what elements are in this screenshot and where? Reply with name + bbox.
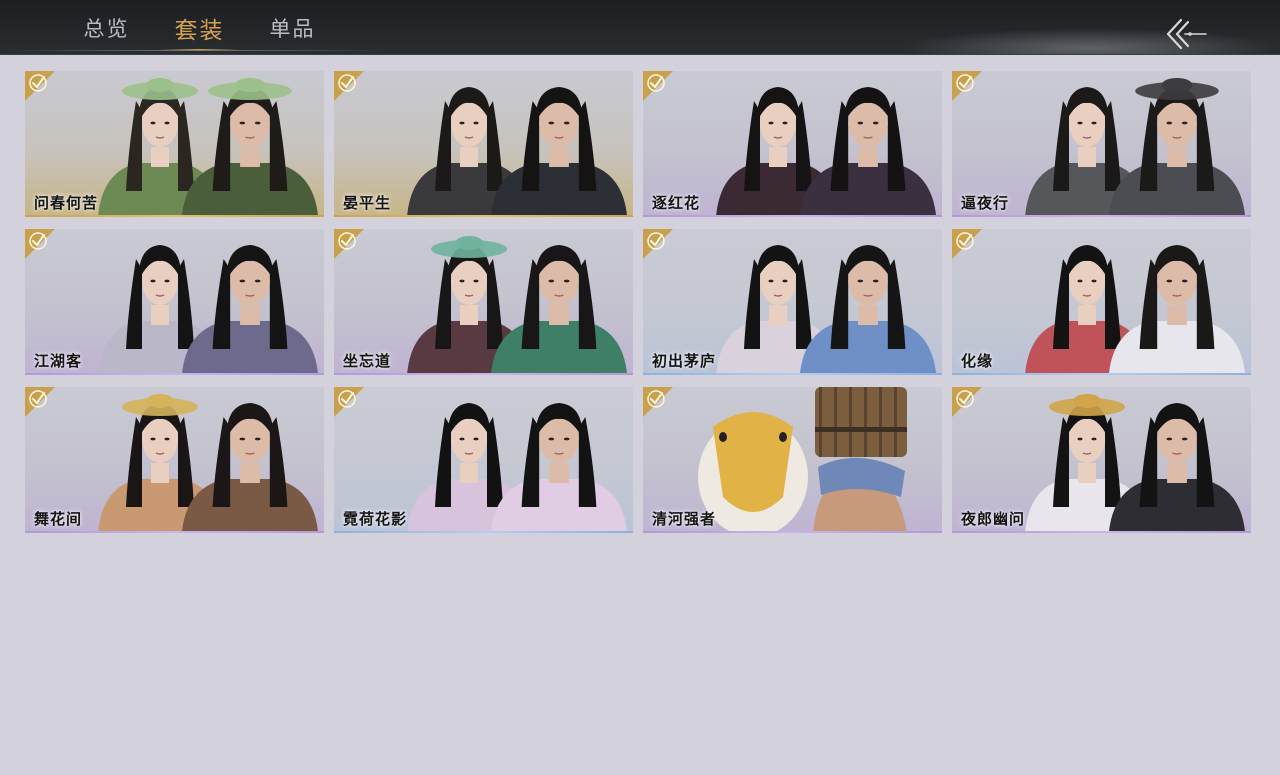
- outfit-card[interactable]: 问春何苦: [25, 71, 324, 217]
- owned-check-icon: [334, 229, 364, 259]
- owned-check-icon: [643, 229, 673, 259]
- outfit-card[interactable]: 夜郎幽问: [952, 387, 1251, 533]
- rarity-bar: [334, 373, 633, 375]
- owned-check-icon: [952, 71, 982, 101]
- outfit-name: 初出茅庐: [652, 352, 717, 370]
- rarity-bar: [25, 373, 324, 375]
- owned-check-icon: [643, 387, 673, 417]
- outfit-card[interactable]: 坐忘道: [334, 229, 633, 375]
- outfit-name: 问春何苦: [34, 194, 99, 212]
- tab-divider: [0, 50, 390, 51]
- rarity-bar: [952, 215, 1251, 217]
- owned-check-icon: [952, 387, 982, 417]
- owned-check-icon: [952, 229, 982, 259]
- tab-sets[interactable]: 套装: [153, 0, 246, 54]
- rarity-bar: [643, 373, 942, 375]
- rarity-bar: [643, 531, 942, 533]
- rarity-bar: [25, 531, 324, 533]
- outfit-card[interactable]: 逼夜行: [952, 71, 1251, 217]
- outfit-name: 清河强者: [652, 510, 717, 528]
- outfit-name: 坐忘道: [343, 352, 392, 370]
- top-nav-bar: 总览 套装 单品: [0, 0, 1280, 55]
- rarity-bar: [952, 373, 1251, 375]
- outfit-art: [1025, 245, 1246, 375]
- owned-check-icon: [25, 387, 55, 417]
- outfit-name: 逐红花: [652, 194, 701, 212]
- rarity-bar: [643, 215, 942, 217]
- back-arrow-icon: [1166, 18, 1207, 50]
- outfit-name: 舞花间: [34, 510, 83, 528]
- outfit-grid: 问春何苦 晏平生 逐红花 逼夜行 江湖客 坐忘道 初出茅庐 化缘 舞花间 霓荷花…: [25, 71, 1251, 533]
- owned-check-icon: [25, 71, 55, 101]
- outfit-name: 逼夜行: [961, 194, 1010, 212]
- rarity-bar: [334, 531, 633, 533]
- outfit-card[interactable]: 化缘: [952, 229, 1251, 375]
- tab-bar: 总览 套装 单品: [60, 0, 339, 54]
- outfit-name: 江湖客: [34, 352, 83, 370]
- rarity-bar: [25, 215, 324, 217]
- owned-check-icon: [25, 229, 55, 259]
- outfit-name: 化缘: [961, 352, 994, 370]
- outfit-card[interactable]: 逐红花: [643, 71, 942, 217]
- outfit-card[interactable]: 江湖客: [25, 229, 324, 375]
- header-haze: [900, 28, 1280, 54]
- outfit-card[interactable]: 晏平生: [334, 71, 633, 217]
- outfit-name: 晏平生: [343, 194, 392, 212]
- outfit-card[interactable]: 初出茅庐: [643, 229, 942, 375]
- owned-check-icon: [334, 71, 364, 101]
- outfit-card[interactable]: 清河强者: [643, 387, 942, 533]
- outfit-name: 夜郎幽问: [961, 510, 1026, 528]
- outfit-card[interactable]: 霓荷花影: [334, 387, 633, 533]
- tab-single-items[interactable]: 单品: [246, 0, 339, 54]
- rarity-bar: [952, 531, 1251, 533]
- outfit-name: 霓荷花影: [343, 510, 408, 528]
- owned-check-icon: [334, 387, 364, 417]
- outfit-card[interactable]: 舞花间: [25, 387, 324, 533]
- back-button[interactable]: [1163, 17, 1209, 51]
- owned-check-icon: [643, 71, 673, 101]
- rarity-bar: [334, 215, 633, 217]
- tab-overview[interactable]: 总览: [60, 0, 153, 54]
